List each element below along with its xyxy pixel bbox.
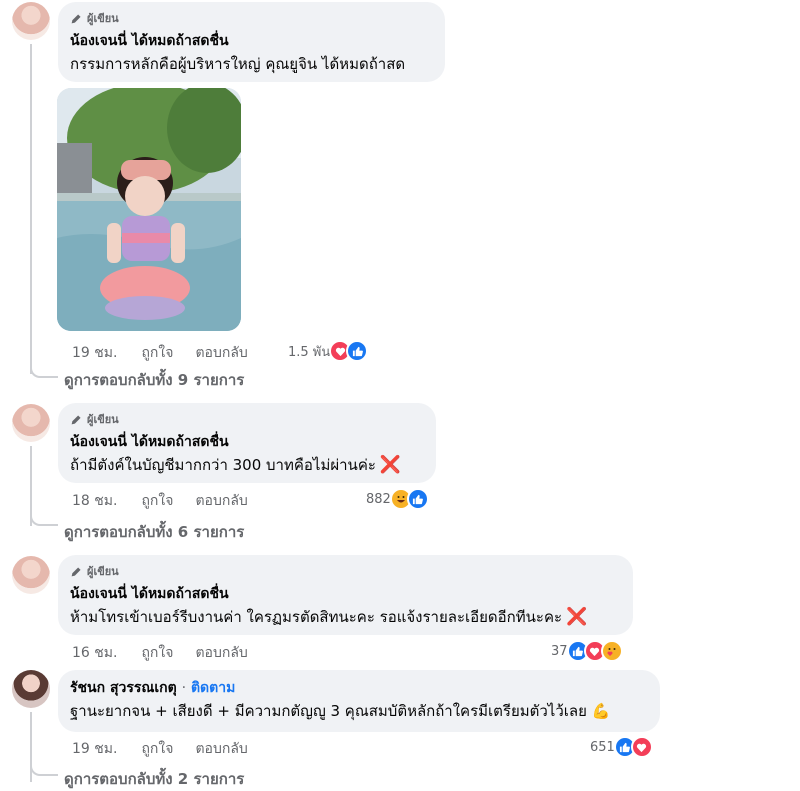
comment-time[interactable]: 18 ชม. bbox=[72, 490, 117, 512]
view-replies-link[interactable]: ดูการตอบกลับทั้ง 2 รายการ bbox=[64, 767, 244, 791]
comment-text-body: ถ้ามีตังค์ในบัญชีมากกว่า 300 บาทคือไม่ผ่… bbox=[70, 456, 376, 474]
flexed-biceps-emoji: 💪 bbox=[591, 702, 611, 720]
separator-dot: · bbox=[181, 680, 187, 696]
love-reaction-icon bbox=[630, 736, 653, 758]
reply-button[interactable]: ตอบกลับ bbox=[195, 342, 247, 364]
author-badge-label: ผู้เขียน bbox=[87, 413, 119, 426]
comment-text: ฐานะยากจน + เสียงดี + มีความกตัญญู 3 คุณ… bbox=[70, 701, 648, 721]
comment-actions: 16 ชม. ถูกใจ ตอบกลับ bbox=[72, 642, 270, 664]
commenter-name[interactable]: น้องเจนนี่ ได้หมดถ้าสดชื่น bbox=[70, 30, 433, 52]
avatar[interactable] bbox=[12, 404, 50, 442]
author-badge: ผู้เขียน bbox=[70, 562, 621, 580]
reaction-count: 651 bbox=[590, 739, 615, 755]
pencil-icon bbox=[71, 13, 81, 23]
reaction-count: 882 bbox=[366, 491, 391, 507]
reaction-summary[interactable]: 1.5 พัน bbox=[288, 340, 369, 362]
reaction-summary[interactable]: 37 bbox=[551, 640, 623, 662]
pencil-icon bbox=[71, 566, 81, 576]
like-reaction-icon bbox=[346, 340, 369, 362]
replies-connector bbox=[30, 752, 58, 776]
reply-button[interactable]: ตอบกลับ bbox=[195, 642, 247, 664]
like-button[interactable]: ถูกใจ bbox=[141, 342, 173, 364]
commenter-header: รัชนก สุวรรณเกตุ · ติดตาม bbox=[70, 677, 648, 699]
reaction-summary[interactable]: 882 bbox=[366, 488, 429, 510]
comment-time[interactable]: 19 ชม. bbox=[72, 342, 117, 364]
pencil-icon bbox=[71, 414, 81, 424]
comment-text: ถ้ามีตังค์ในบัญชีมากกว่า 300 บาทคือไม่ผ่… bbox=[70, 455, 424, 475]
comment-bubble: ผู้เขียน น้องเจนนี่ ได้หมดถ้าสดชื่น ห้าม… bbox=[58, 555, 633, 635]
author-badge: ผู้เขียน bbox=[70, 410, 424, 428]
commenter-name[interactable]: น้องเจนนี่ ได้หมดถ้าสดชื่น bbox=[70, 431, 424, 453]
reaction-count: 1.5 พัน bbox=[288, 344, 331, 360]
like-button[interactable]: ถูกใจ bbox=[141, 738, 173, 760]
comment-bubble: ผู้เขียน น้องเจนนี่ ได้หมดถ้าสดชื่น ถ้าม… bbox=[58, 403, 436, 483]
comment-text: ห้ามโทรเข้าเบอร์รีบงานค่า ใครฏมรตัดสิทนะ… bbox=[70, 607, 621, 627]
comment-actions: 19 ชม. ถูกใจ ตอบกลับ bbox=[72, 738, 270, 760]
thread-line bbox=[30, 44, 32, 374]
comment-time[interactable]: 19 ชม. bbox=[72, 738, 117, 760]
care-reaction-icon bbox=[600, 640, 623, 662]
comment-actions: 18 ชม. ถูกใจ ตอบกลับ bbox=[72, 490, 270, 512]
view-replies-link[interactable]: ดูการตอบกลับทั้ง 6 รายการ bbox=[64, 520, 244, 544]
cross-mark-emoji: ❌ bbox=[379, 455, 402, 475]
commenter-name[interactable]: น้องเจนนี่ ได้หมดถ้าสดชื่น bbox=[70, 583, 621, 605]
like-button[interactable]: ถูกใจ bbox=[141, 642, 173, 664]
reaction-count: 37 bbox=[551, 643, 568, 659]
comment-bubble: รัชนก สุวรรณเกตุ · ติดตาม ฐานะยากจน + เส… bbox=[58, 670, 660, 732]
replies-connector bbox=[30, 356, 58, 378]
replies-connector bbox=[30, 504, 58, 526]
author-badge-label: ผู้เขียน bbox=[87, 12, 119, 25]
comment-bubble: ผู้เขียน น้องเจนนี่ ได้หมดถ้าสดชื่น กรรม… bbox=[58, 2, 445, 82]
avatar[interactable] bbox=[12, 2, 50, 40]
view-replies-link[interactable]: ดูการตอบกลับทั้ง 9 รายการ bbox=[64, 368, 244, 392]
like-button[interactable]: ถูกใจ bbox=[141, 490, 173, 512]
reply-button[interactable]: ตอบกลับ bbox=[195, 490, 247, 512]
comment-time[interactable]: 16 ชม. bbox=[72, 642, 117, 664]
child-in-pool-photo bbox=[57, 88, 241, 331]
commenter-name[interactable]: รัชนก สุวรรณเกตุ bbox=[70, 680, 177, 696]
follow-button[interactable]: ติดตาม bbox=[191, 680, 235, 696]
comment-text-body: ฐานะยากจน + เสียงดี + มีความกตัญญู 3 คุณ… bbox=[70, 702, 587, 720]
like-reaction-icon bbox=[406, 488, 429, 510]
author-badge: ผู้เขียน bbox=[70, 9, 433, 27]
cross-mark-emoji: ❌ bbox=[566, 607, 588, 627]
reaction-summary[interactable]: 651 bbox=[590, 736, 653, 758]
comment-actions: 19 ชม. ถูกใจ ตอบกลับ bbox=[72, 342, 270, 364]
reply-button[interactable]: ตอบกลับ bbox=[195, 738, 247, 760]
avatar[interactable] bbox=[12, 670, 50, 708]
comment-photo[interactable] bbox=[57, 88, 241, 331]
comment-text: กรรมการหลักคือผู้บริหารใหญ่ คุณยูจิน ได้… bbox=[70, 55, 406, 73]
avatar[interactable] bbox=[12, 556, 50, 594]
comment-text-body: ห้ามโทรเข้าเบอร์รีบงานค่า ใครฏมรตัดสิทนะ… bbox=[70, 608, 563, 626]
author-badge-label: ผู้เขียน bbox=[87, 565, 119, 578]
